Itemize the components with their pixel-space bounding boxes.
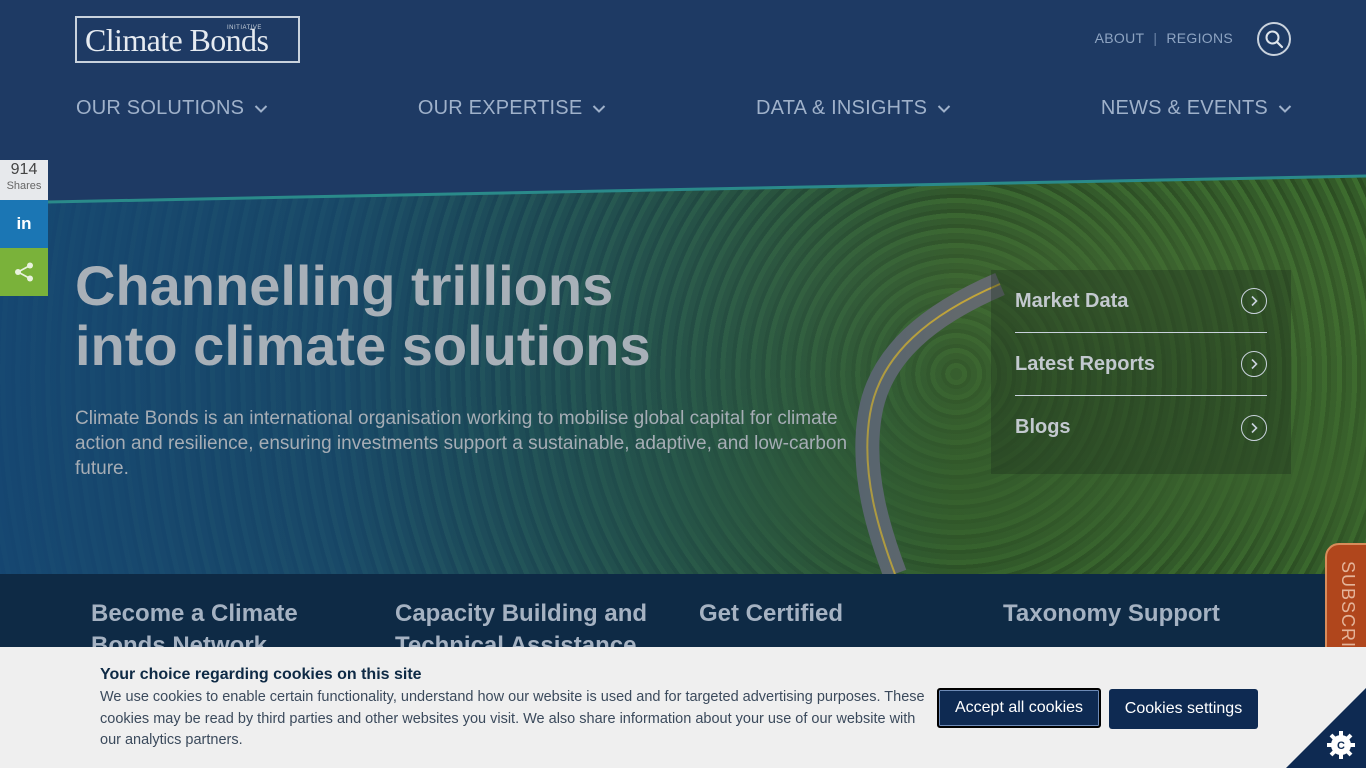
chevron-down-icon — [938, 104, 951, 113]
accept-cookies-button[interactable]: Accept all cookies — [937, 688, 1101, 728]
linkedin-share-button[interactable]: in — [0, 200, 48, 248]
chevron-right-icon — [1241, 351, 1267, 377]
hero-description: Climate Bonds is an international organi… — [75, 408, 848, 479]
hero-title-line2: into climate solutions — [75, 314, 651, 377]
svg-text:C: C — [1337, 740, 1345, 752]
nav-our-expertise[interactable]: OUR EXPERTISE — [418, 97, 607, 120]
service-certified[interactable]: Get Certified — [699, 598, 979, 630]
main-nav: OUR SOLUTIONS OUR EXPERTISE DATA & INSIG… — [76, 97, 1292, 120]
site-header: Climate Bonds INITIATIVE ABOUT | REGIONS… — [0, 0, 1366, 200]
share-icon — [15, 262, 33, 282]
chevron-right-icon — [1241, 288, 1267, 314]
service-taxonomy[interactable]: Taxonomy Support — [1003, 598, 1283, 630]
hero-title-line1: Channelling trillions — [75, 254, 614, 317]
share-button[interactable] — [0, 248, 48, 296]
nav-data-insights[interactable]: DATA & INSIGHTS — [756, 97, 951, 120]
cookie-gear-icon: C — [1327, 731, 1355, 759]
cookie-text: We use cookies to enable certain functio… — [100, 689, 925, 748]
nav-label: DATA & INSIGHTS — [756, 97, 928, 119]
chevron-right-icon — [1241, 414, 1267, 441]
cookie-preferences-button[interactable]: C — [1286, 688, 1366, 768]
nav-label: NEWS & EVENTS — [1100, 97, 1268, 119]
hero-section: Channelling trillions into climate solut… — [0, 174, 1366, 574]
share-count-number: 914 — [10, 161, 38, 178]
quick-link-label: Market Data — [1015, 289, 1129, 312]
utility-divider: | — [1153, 30, 1158, 46]
cookie-settings-button[interactable]: Cookies settings — [1109, 689, 1258, 729]
cookie-banner: Your choice regarding cookies on this si… — [0, 647, 1366, 768]
utility-nav: ABOUT | REGIONS — [1095, 30, 1233, 46]
hero-title: Channelling trillions into climate solut… — [75, 256, 795, 376]
quick-link-market-data[interactable]: Market Data — [1015, 270, 1267, 333]
chevron-down-icon — [254, 104, 268, 113]
quick-link-label: Latest Reports — [1015, 352, 1156, 375]
search-button[interactable] — [1257, 22, 1291, 56]
cookie-title: Your choice regarding cookies on this si… — [100, 666, 422, 683]
quick-link-blogs[interactable]: Blogs — [1015, 396, 1267, 459]
quick-links-panel: Market Data Latest Reports Blogs — [991, 270, 1291, 474]
quick-link-label: Blogs — [1015, 416, 1071, 438]
share-count-label: Shares — [6, 180, 42, 192]
regions-link[interactable]: REGIONS — [1166, 30, 1233, 46]
logo-subtitle: INITIATIVE — [227, 25, 262, 31]
quick-link-latest-reports[interactable]: Latest Reports — [1015, 333, 1267, 396]
about-link[interactable]: ABOUT — [1095, 30, 1145, 46]
nav-our-solutions[interactable]: OUR SOLUTIONS — [76, 97, 268, 120]
chevron-down-icon — [1278, 104, 1292, 113]
share-count: 914 Shares — [0, 160, 48, 200]
nav-label: OUR SOLUTIONS — [76, 97, 245, 119]
search-icon — [1265, 30, 1284, 49]
chevron-down-icon — [593, 104, 606, 113]
hero-top-edge — [0, 174, 1366, 204]
nav-label: OUR EXPERTISE — [417, 97, 583, 119]
nav-news-events[interactable]: NEWS & EVENTS — [1101, 97, 1292, 120]
linkedin-icon: in — [16, 214, 32, 233]
site-logo[interactable]: Climate Bonds INITIATIVE — [75, 16, 300, 63]
